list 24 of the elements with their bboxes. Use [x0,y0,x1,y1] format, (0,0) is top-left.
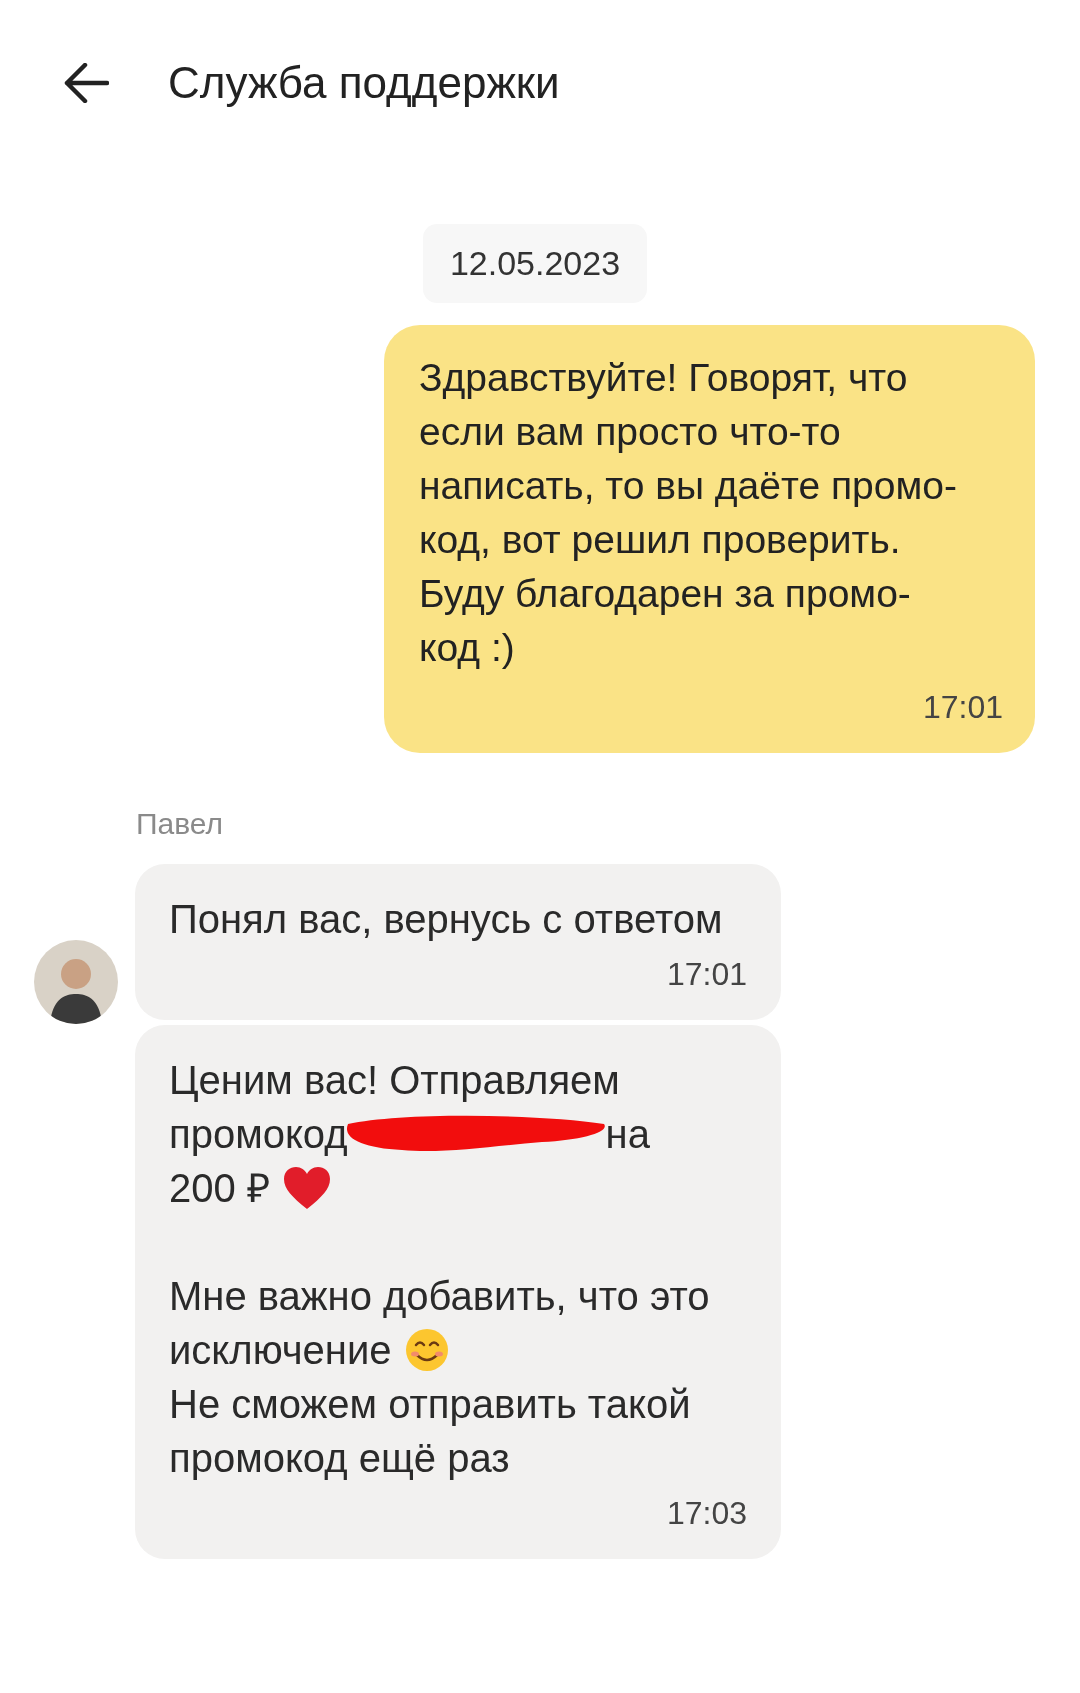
message-time: 17:03 [666,1494,747,1533]
message-text: Ценим вас! Отправляем [169,1057,620,1104]
message-text: код, вот решил проверить. [419,516,901,563]
heart-icon [281,1165,332,1211]
message-text: Буду благодарен за промо- [419,570,911,617]
sender-name: Павел [136,807,224,840]
back-arrow-icon [63,63,109,103]
screen-title: Служба поддержки [168,57,560,109]
message-text: если вам просто что-то [419,408,841,455]
message-text: промокод ещё раз [169,1435,510,1482]
message-time: 17:01 [922,688,1003,727]
message-text: 200 ₽ [169,1165,270,1212]
message-text: Здравствуйте! Говорят, что [419,354,908,401]
message-text: написать, то вы даёте промо- [419,462,957,509]
message-text: на [605,1111,650,1158]
message-text: Не сможем отправить такой [169,1381,691,1428]
message-text: код :) [419,624,515,671]
message-time: 17:01 [666,955,747,994]
message-text: Понял вас, вернусь с ответом [169,896,723,943]
date-chip: 12.05.2023 [422,224,648,303]
message-text: Мне важно добавить, что это [169,1273,710,1320]
message-text: промокод [169,1111,348,1158]
smiley-icon [403,1327,450,1373]
message-text: исключение [169,1327,392,1374]
